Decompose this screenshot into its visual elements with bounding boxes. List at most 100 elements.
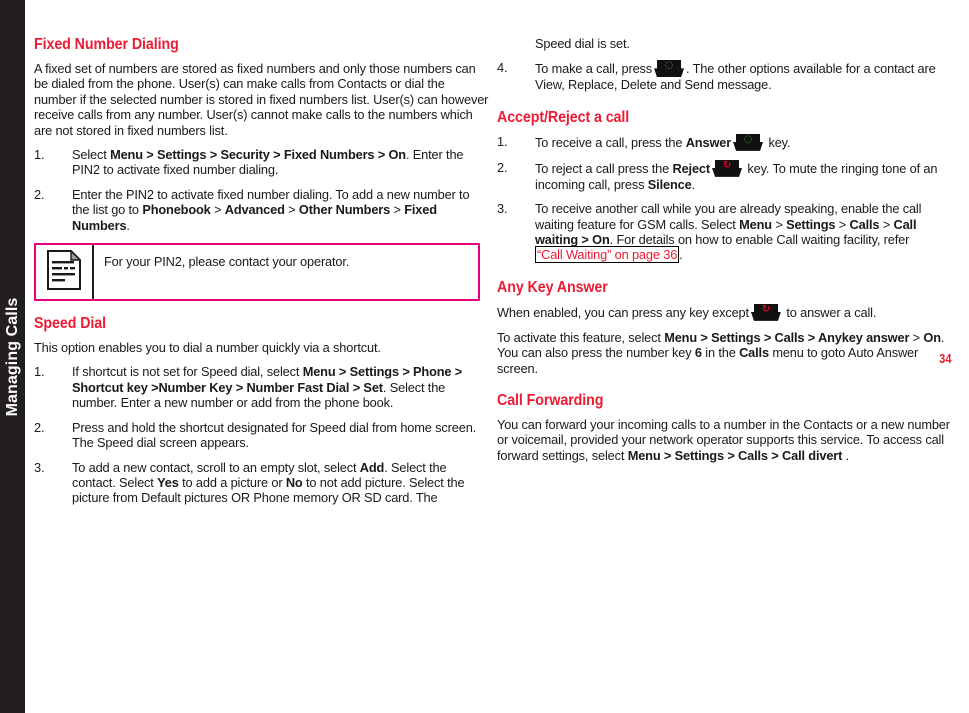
text-run: >: [210, 202, 225, 218]
bold-run: Advanced: [224, 202, 285, 218]
step-text: To add a new contact, scroll to an empty…: [72, 459, 465, 506]
list-item: 4. To make a call, press ◌. The other opt…: [497, 60, 952, 92]
text-run: .: [126, 217, 130, 233]
right-column: Speed dial is set. 4. To make a call, pr…: [497, 36, 952, 472]
send-key-icon: ◌: [654, 60, 685, 78]
step1-post: key.: [765, 134, 791, 150]
text-run: To add a new contact, scroll to an empty…: [72, 459, 360, 475]
step-text: To receive another call while you are al…: [535, 201, 921, 264]
step-number: 1.: [34, 147, 45, 163]
step-number: 3.: [497, 201, 508, 217]
heading-any-key-answer: Any Key Answer: [497, 278, 608, 296]
list-item: 2. Enter the PIN2 to activate fixed numb…: [34, 187, 489, 233]
reject-label: Reject: [672, 160, 711, 176]
step-number: 4.: [497, 60, 508, 76]
bold-run: Menu > Settings > Calls > Anykey answer: [664, 329, 910, 345]
text-run: Select: [72, 147, 111, 163]
step-text: To receive a call, press the Answer ◌ key…: [535, 133, 791, 151]
left-column: Fixed Number Dialing A fixed set of numb…: [34, 36, 489, 515]
text-run: to add a picture or: [178, 474, 286, 490]
note-box: For your PIN2, please contact your opera…: [34, 243, 480, 302]
paragraph-speed-dial-intro: This option enables you to dial a number…: [34, 340, 381, 356]
step4-pre: To make a call, press: [535, 61, 653, 77]
page-content: Fixed Number Dialing A fixed set of numb…: [0, 0, 969, 713]
step-text: Enter the PIN2 to activate fixed number …: [72, 187, 470, 233]
text-run: If shortcut is not set for Speed dial, s…: [72, 364, 303, 380]
list-item: 1. If shortcut is not set for Speed dial…: [34, 364, 489, 410]
any-key-pre: When enabled, you can press any key exce…: [497, 304, 749, 320]
text-run: Press and hold the shortcut designated f…: [72, 419, 477, 451]
step-text: To make a call, press ◌. The other option…: [535, 60, 936, 92]
paragraph-any-key-answer-2: To activate this feature, select Menu > …: [497, 330, 952, 376]
bold-run: Menu > Settings > Security > Fixed Numbe…: [110, 147, 406, 163]
bold-run: Add: [359, 459, 385, 475]
any-key-post: to answer a call.: [782, 304, 877, 320]
heading-fixed-number-dialing: Fixed Number Dialing: [34, 36, 179, 53]
text-run: >: [879, 216, 894, 232]
bold-run: Calls: [849, 216, 880, 232]
step-text: Select Menu > Settings > Security > Fixe…: [72, 147, 464, 177]
list-item: 1. To receive a call, press the Answer ◌ …: [497, 133, 952, 151]
heading-accept-reject-a-call: Accept/Reject a call: [497, 108, 630, 126]
end-key-icon: ↻: [712, 159, 743, 177]
continuation-text: Speed dial is set.: [535, 36, 630, 51]
bold-run: Settings: [786, 216, 836, 232]
list-item: 1. Select Menu > Settings > Security > F…: [34, 147, 489, 178]
step-number: 1.: [34, 364, 45, 380]
answer-label: Answer: [685, 134, 732, 150]
steps-speed-dial-continued: Speed dial is set. 4. To make a call, pr…: [497, 36, 952, 93]
step-number: 3.: [34, 459, 45, 475]
note-icon-cell: [36, 245, 94, 300]
note-text: For your PIN2, please contact your opera…: [104, 254, 350, 270]
step-text: If shortcut is not set for Speed dial, s…: [72, 364, 462, 410]
send-key-icon: ◌: [733, 133, 764, 151]
paragraph-fixed-number-dialing-intro: A fixed set of numbers are stored as fix…: [34, 61, 489, 138]
heading-speed-dial: Speed Dial: [34, 315, 106, 333]
text-run: >: [284, 202, 299, 218]
step3-text: To receive another call while you are al…: [535, 201, 921, 247]
bold-run: On: [923, 329, 941, 345]
list-item: 3. To add a new contact, scroll to an em…: [34, 460, 489, 506]
bold-run: No: [285, 474, 303, 490]
text-run: >: [390, 202, 405, 218]
page-number: 34: [938, 351, 951, 366]
text-run: . For details on how to enable Call wait…: [609, 232, 910, 248]
bold-run: Calls: [739, 345, 769, 361]
list-item: 2. Press and hold the shortcut designate…: [34, 420, 489, 451]
paragraph-any-key-answer-1: When enabled, you can press any key exce…: [497, 303, 952, 321]
silence-label: Silence: [647, 176, 692, 192]
step-number: 1.: [497, 133, 508, 149]
bold-run: 6: [694, 345, 702, 361]
list-item-continuation: Speed dial is set.: [497, 36, 952, 51]
bold-run: Yes: [157, 474, 179, 490]
document-note-icon: [47, 248, 82, 295]
text-run: >: [771, 216, 787, 232]
steps-accept-reject: 1. To receive a call, press the Answer ◌ …: [497, 133, 952, 264]
step2-pre: To reject a call press the: [535, 160, 673, 176]
text-run: To activate this feature, select: [497, 329, 665, 345]
step3-tail: .: [679, 247, 683, 263]
step1-pre: To receive a call, press the: [535, 134, 686, 150]
xref-link-call-waiting[interactable]: “Call Waiting” on page 36: [535, 246, 680, 264]
step-text: To reject a call press the Reject ↻ key. …: [535, 159, 937, 192]
step-number: 2.: [497, 159, 508, 175]
heading-call-forwarding: Call Forwarding: [497, 392, 604, 410]
step-number: 2.: [34, 419, 45, 435]
list-item: 3. To receive another call while you are…: [497, 201, 952, 264]
bold-run: Phonebook: [142, 202, 211, 218]
steps-fixed-number-dialing: 1. Select Menu > Settings > Security > F…: [34, 147, 489, 233]
step2-post: .: [691, 176, 696, 192]
text-run: .: [842, 447, 850, 463]
text-run: >: [835, 216, 850, 232]
bold-run: Other Numbers: [298, 202, 391, 218]
end-key-icon: ↻: [750, 303, 781, 321]
list-item: 2. To reject a call press the Reject ↻ ke…: [497, 159, 952, 192]
paragraph-call-forwarding: You can forward your incoming calls to a…: [497, 417, 952, 463]
step-number: 2.: [34, 186, 45, 202]
step-text: Press and hold the shortcut designated f…: [72, 420, 476, 450]
bold-run: Menu: [739, 216, 772, 232]
steps-speed-dial: 1. If shortcut is not set for Speed dial…: [34, 364, 489, 505]
text-run: in the: [701, 345, 740, 361]
bold-run: Menu > Settings > Calls > Call divert: [627, 447, 843, 463]
text-run: >: [909, 329, 924, 345]
